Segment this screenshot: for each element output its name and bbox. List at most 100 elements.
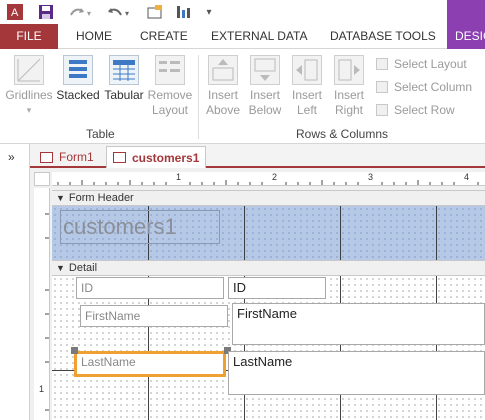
ruler-number: 2 (272, 172, 278, 182)
insert-right-label-2: Right (334, 103, 363, 117)
section-arrow-icon: ▼ (56, 263, 65, 273)
tabular-button[interactable]: Tabular (102, 55, 146, 103)
select-layout-label: Select Layout (394, 57, 467, 71)
insert-above-label-2: Above (205, 103, 241, 117)
insert-right-button[interactable]: Insert Right (328, 55, 370, 118)
grid-line (436, 206, 437, 260)
insert-left-button[interactable]: Insert Left (286, 55, 328, 118)
select-row-icon (376, 104, 388, 116)
resize-handle[interactable] (71, 347, 78, 354)
table-group-label: Table (86, 127, 115, 141)
insert-left-label-1: Insert (291, 88, 322, 102)
firstname-textbox[interactable]: FirstName (232, 303, 485, 345)
undo-icon[interactable]: ▾ (104, 3, 134, 21)
expand-nav-icon[interactable]: » (8, 150, 15, 164)
ruler-number: 1 (176, 172, 182, 182)
save-icon[interactable] (36, 3, 56, 21)
select-row-button[interactable]: Select Row (376, 103, 455, 117)
detail-area[interactable]: ID ID FirstName FirstName LastName LastN… (52, 276, 485, 420)
ruler-number: 3 (368, 172, 374, 182)
form-header-section-bar[interactable]: ▼ Form Header (52, 190, 485, 206)
access-logo-icon: A (4, 3, 26, 21)
horizontal-ruler[interactable]: 1 2 3 4 (52, 172, 485, 186)
tab-database-tools[interactable]: DATABASE TOOLS (330, 24, 436, 49)
tab-home[interactable]: HOME (76, 24, 112, 49)
lastname-textbox[interactable]: LastName (228, 351, 485, 395)
doc-tab-label: Form1 (59, 150, 94, 164)
insert-right-icon (334, 55, 364, 85)
select-column-icon (376, 81, 388, 93)
document-tabs: Form1 customers1 (30, 144, 485, 168)
form-title-label[interactable]: customers1 (60, 210, 220, 244)
id-label[interactable]: ID (76, 277, 224, 299)
form-header-label: Form Header (68, 192, 134, 204)
grid-line (340, 276, 341, 420)
tab-external-data[interactable]: EXTERNAL DATA (211, 24, 307, 49)
insert-below-button[interactable]: Insert Below (244, 55, 286, 118)
svg-text:▾: ▾ (125, 9, 129, 18)
grid-line (340, 206, 341, 260)
detail-label: Detail (68, 262, 98, 274)
insert-below-label-2: Below (248, 103, 282, 117)
customize-icon[interactable]: ▾ (202, 3, 216, 21)
svg-text:A: A (11, 7, 19, 19)
section-arrow-icon: ▼ (56, 193, 65, 203)
doc-tab-form1[interactable]: Form1 (34, 146, 100, 168)
form-icon (113, 152, 126, 163)
stacked-label: Stacked (56, 88, 100, 102)
contextual-tab-accent (447, 0, 485, 24)
gridlines-icon (14, 55, 44, 85)
gridlines-label: Gridlines (5, 88, 53, 102)
form-header-area[interactable]: customers1 (52, 206, 485, 260)
quick-access-toolbar: A ▾ ▾ ▾ (0, 0, 485, 24)
remove-label-1: Remove (147, 88, 193, 102)
insert-below-icon (250, 55, 280, 85)
tab-file[interactable]: FILE (0, 24, 58, 49)
select-column-button[interactable]: Select Column (376, 80, 472, 94)
tabular-icon (109, 55, 139, 85)
ruler-number: 1 (39, 384, 45, 394)
ribbon: Gridlines ▾ Stacked Tabular Remove Layou… (0, 49, 485, 144)
dropdown-arrow-icon: ▾ (26, 105, 32, 115)
grid-line (244, 206, 245, 260)
firstname-label[interactable]: FirstName (80, 305, 228, 327)
ribbon-tabs: FILE HOME CREATE EXTERNAL DATA DATABASE … (0, 24, 485, 49)
gridlines-button[interactable]: Gridlines ▾ (4, 55, 54, 118)
doc-tab-label: customers1 (132, 150, 200, 165)
design-tool-icon[interactable] (174, 3, 196, 21)
svg-text:▾: ▾ (87, 9, 91, 18)
select-layout-icon (376, 58, 388, 70)
vertical-ruler[interactable]: 1 (34, 188, 50, 420)
doc-tab-customers1[interactable]: customers1 (106, 146, 207, 168)
grid-line (436, 276, 437, 420)
ruler-corner[interactable] (34, 172, 50, 186)
rows-columns-group-label: Rows & Columns (296, 127, 389, 141)
insert-above-label-1: Insert (207, 88, 238, 102)
select-column-label: Select Column (394, 80, 473, 94)
insert-above-icon (208, 55, 238, 85)
stacked-button[interactable]: Stacked (56, 55, 100, 103)
insert-right-label-1: Insert (333, 88, 364, 102)
group-separator (198, 55, 199, 139)
tabular-label: Tabular (104, 88, 144, 102)
redo-icon[interactable]: ▾ (66, 3, 96, 21)
lastname-label[interactable]: LastName (74, 351, 226, 377)
insert-left-icon (292, 55, 322, 85)
id-textbox[interactable]: ID (228, 277, 326, 299)
tab-create[interactable]: CREATE (140, 24, 188, 49)
remove-layout-button[interactable]: Remove Layout (146, 55, 194, 118)
select-row-label: Select Row (394, 103, 455, 117)
remove-layout-icon (155, 55, 185, 85)
navigation-pane: » (0, 144, 30, 420)
form-icon (40, 151, 53, 163)
detail-section-bar[interactable]: ▼ Detail (52, 260, 485, 276)
insert-left-label-2: Left (296, 103, 317, 117)
form-design-surface[interactable]: 1 2 3 4 1 ▼ Form Header customers1 ▼ Det… (30, 168, 485, 420)
select-layout-button[interactable]: Select Layout (376, 57, 467, 71)
stacked-icon (63, 55, 93, 85)
remove-label-2: Layout (151, 103, 189, 117)
form-view-icon[interactable] (144, 3, 166, 21)
tab-design[interactable]: DESIG (447, 24, 485, 49)
insert-above-button[interactable]: Insert Above (202, 55, 244, 118)
ruler-number: 4 (464, 172, 470, 182)
